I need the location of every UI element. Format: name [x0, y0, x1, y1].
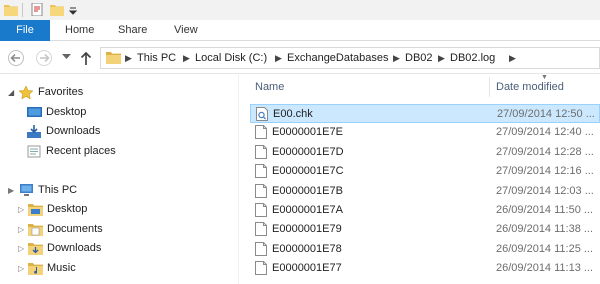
file-name: E0000001E7C: [272, 165, 344, 178]
folder-icon: [28, 204, 43, 216]
file-row[interactable]: E0000001E7D 27/09/2014 12:28 ...: [250, 143, 600, 162]
file-date-modified: 26/09/2014 11:25 ...: [496, 242, 594, 255]
column-divider[interactable]: [489, 77, 490, 97]
folder-icon: [28, 243, 43, 255]
file-date-modified: 26/09/2014 11:50 ...: [496, 204, 594, 216]
back-button[interactable]: [8, 50, 26, 66]
collapse-arrow-icon[interactable]: ◢: [8, 83, 14, 102]
navigation-pane: ◢ Favorites Desktop Downloads Recent pla…: [0, 75, 238, 284]
file-date-modified: 27/09/2014 12:03 ...: [496, 184, 594, 197]
nav-item-label: Downloads: [46, 125, 101, 137]
breadcrumb-db02[interactable]: DB02: [405, 48, 433, 68]
breadcrumb-chevron-icon[interactable]: ▶: [183, 48, 190, 68]
file-name: E0000001E7D: [272, 145, 344, 158]
file-row[interactable]: E00.chk 27/09/2014 12:50 ...: [250, 104, 600, 123]
downloads-icon: [27, 125, 41, 138]
file-icon: [255, 125, 267, 140]
nav-item-label: Music: [47, 262, 76, 274]
nav-item-label: Favorites: [38, 86, 84, 98]
breadcrumb-chevron-icon[interactable]: ▶: [509, 48, 516, 68]
file-row[interactable]: E0000001E7A 26/09/2014 11:50 ...: [250, 201, 600, 220]
file-icon: [255, 261, 267, 276]
file-row[interactable]: E0000001E7E 27/09/2014 12:40 ...: [250, 123, 600, 142]
forward-button[interactable]: [36, 50, 54, 66]
breadcrumb-db02-log[interactable]: DB02.log: [450, 48, 495, 68]
file-name: E0000001E7A: [272, 204, 343, 216]
toolbar-separator: [22, 3, 23, 17]
breadcrumb-chevron-icon[interactable]: ▶: [125, 48, 132, 68]
folder-icon: [28, 263, 43, 275]
expand-arrow-icon[interactable]: ▷: [18, 259, 24, 278]
folder-icon: [4, 5, 18, 16]
file-date-modified: 27/09/2014 12:40 ...: [496, 126, 594, 139]
file-icon: [255, 164, 267, 179]
customize-toolbar-icon[interactable]: [68, 3, 78, 16]
file-row[interactable]: E0000001E79 26/09/2014 11:38 ...: [250, 220, 600, 239]
breadcrumb-local-disk[interactable]: Local Disk (C:): [195, 48, 267, 68]
nav-item-label: Documents: [47, 223, 103, 235]
file-row[interactable]: E0000001E77 26/09/2014 11:13 ...: [250, 259, 600, 278]
up-button[interactable]: [80, 50, 92, 66]
nav-item-label: Desktop: [47, 203, 88, 215]
breadcrumb-chevron-icon[interactable]: ▶: [438, 48, 445, 68]
new-folder-icon[interactable]: [50, 3, 64, 16]
nav-item-label: Recent places: [46, 145, 116, 157]
nav-item-label: This PC: [38, 184, 78, 196]
properties-icon[interactable]: [30, 3, 44, 16]
tab-view[interactable]: View: [174, 20, 198, 41]
recent-locations-icon[interactable]: [62, 54, 71, 60]
tab-share[interactable]: Share: [118, 20, 147, 41]
file-name: E0000001E77: [272, 262, 342, 275]
file-name: E0000001E7E: [272, 126, 343, 139]
file-icon: [255, 183, 267, 198]
checkpoint-file-icon: [256, 107, 268, 121]
breadcrumb-chevron-icon[interactable]: ▶: [275, 48, 282, 68]
file-date-modified: 26/09/2014 11:13 ...: [496, 262, 594, 275]
desktop-icon: [27, 107, 42, 117]
file-icon: [255, 203, 267, 217]
column-header-name[interactable]: Name: [255, 75, 284, 99]
breadcrumb-this-pc[interactable]: This PC: [137, 48, 176, 68]
nav-item-label: Downloads: [47, 242, 102, 254]
computer-icon: [20, 184, 33, 196]
star-icon: [19, 86, 33, 99]
nav-item-label: Desktop: [46, 106, 87, 118]
address-bar[interactable]: ▶ This PC ▶ Local Disk (C:) ▶ ExchangeDa…: [100, 47, 600, 69]
sort-arrow-icon: ▼: [541, 74, 548, 81]
file-name: E0000001E7B: [272, 184, 343, 197]
folder-icon: [28, 224, 43, 236]
file-date-modified: 27/09/2014 12:50 ...: [497, 108, 595, 120]
file-row[interactable]: E0000001E7B 27/09/2014 12:03 ...: [250, 182, 600, 201]
file-icon: [255, 222, 267, 237]
title-bar: [0, 0, 600, 20]
breadcrumb-chevron-icon[interactable]: ▶: [393, 48, 400, 68]
navigation-bar: ▶ This PC ▶ Local Disk (C:) ▶ ExchangeDa…: [0, 41, 600, 74]
file-name: E00.chk: [273, 108, 313, 120]
expand-arrow-icon[interactable]: ▷: [18, 239, 24, 258]
file-name: E0000001E78: [272, 242, 342, 255]
folder-icon: [106, 52, 121, 64]
expand-arrow-icon[interactable]: ▶: [8, 181, 14, 200]
ribbon: File Home Share View: [0, 20, 600, 41]
file-date-modified: 27/09/2014 12:28 ...: [496, 145, 594, 158]
file-icon: [255, 144, 267, 159]
tab-file[interactable]: File: [0, 20, 50, 41]
expand-arrow-icon[interactable]: ▷: [18, 220, 24, 239]
file-row[interactable]: E0000001E7C 27/09/2014 12:16 ...: [250, 162, 600, 181]
file-name: E0000001E79: [272, 223, 342, 236]
breadcrumb-exchange-databases[interactable]: ExchangeDatabases: [287, 48, 389, 68]
file-date-modified: 27/09/2014 12:16 ...: [496, 165, 594, 178]
expand-arrow-icon[interactable]: ▷: [18, 200, 24, 219]
file-icon: [255, 241, 267, 256]
file-date-modified: 26/09/2014 11:38 ...: [496, 223, 594, 236]
column-header-date-modified[interactable]: Date modified: [496, 75, 564, 99]
tab-home[interactable]: Home: [65, 20, 94, 41]
file-row[interactable]: E0000001E78 26/09/2014 11:25 ...: [250, 240, 600, 259]
recent-places-icon: [27, 145, 41, 158]
file-list: Name Date modified ▼ E00.chk 27/09/2014 1…: [239, 74, 600, 284]
